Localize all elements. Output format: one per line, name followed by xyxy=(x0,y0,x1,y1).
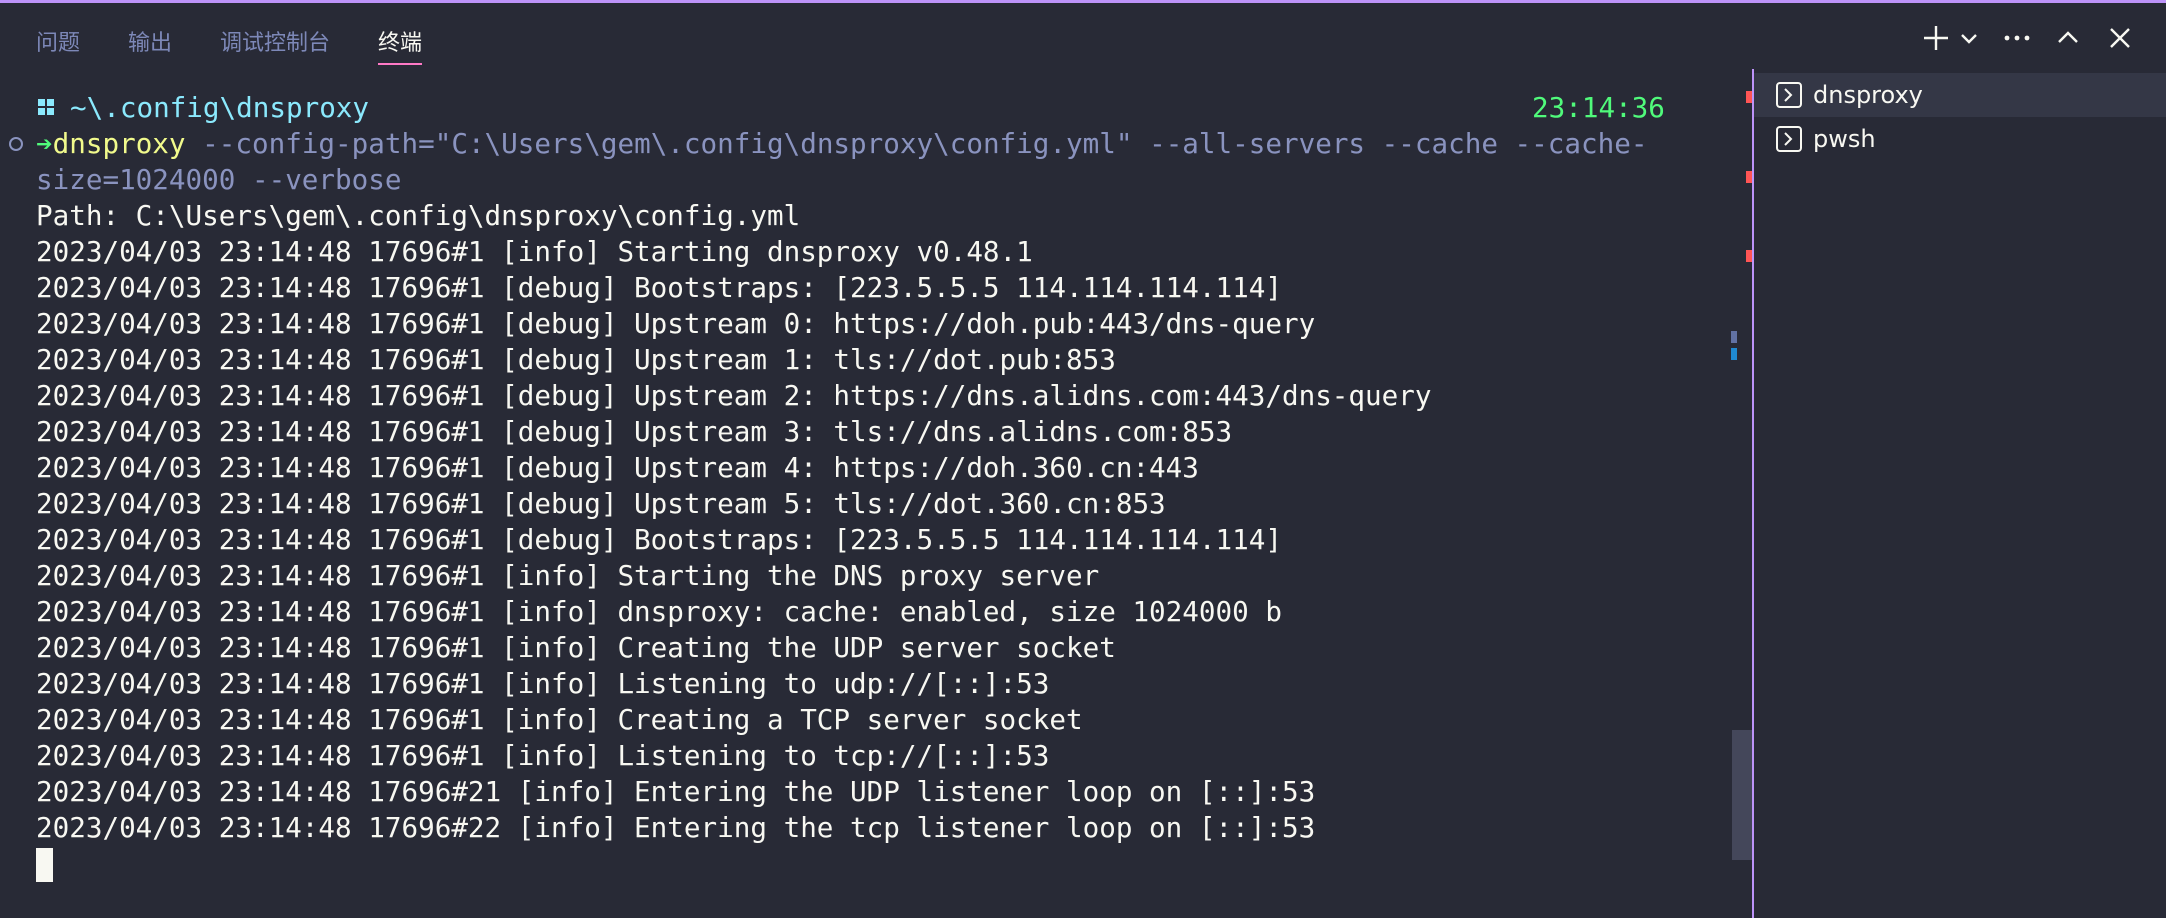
output-line: 2023/04/03 23:14:48 17696#1 [debug] Upst… xyxy=(36,307,1316,340)
output-line: 2023/04/03 23:14:48 17696#1 [info] Start… xyxy=(36,559,1100,592)
plus-icon[interactable] xyxy=(1919,21,1953,55)
output-line: 2023/04/03 23:14:48 17696#1 [info] Liste… xyxy=(36,667,1050,700)
output-line: 2023/04/03 23:14:48 17696#22 [info] Ente… xyxy=(36,811,1316,844)
output-line: 2023/04/03 23:14:48 17696#21 [info] Ente… xyxy=(36,775,1316,808)
tab-problems[interactable]: 问题 xyxy=(36,25,80,57)
chevron-down-icon[interactable] xyxy=(1955,21,1983,55)
ruler-mark-selection xyxy=(1731,348,1737,360)
command-args: --config-path="C:\Users\gem\.config\dnsp… xyxy=(185,127,1648,160)
terminal-tab-label: dnsproxy xyxy=(1813,81,1923,109)
output-line: 2023/04/03 23:14:48 17696#1 [debug] Upst… xyxy=(36,415,1233,448)
terminal-tab-label: pwsh xyxy=(1813,125,1876,153)
output-line: 2023/04/03 23:14:48 17696#1 [debug] Upst… xyxy=(36,343,1116,376)
terminal-output[interactable]: ~\.config\dnsproxy 23:14:36 ➔dnsproxy --… xyxy=(0,69,1750,918)
output-line: 2023/04/03 23:14:48 17696#1 [info] Start… xyxy=(36,235,1033,268)
output-line: 2023/04/03 23:14:48 17696#1 [info] Liste… xyxy=(36,739,1050,772)
tab-output[interactable]: 输出 xyxy=(128,25,172,57)
output-line: 2023/04/03 23:14:48 17696#1 [info] Creat… xyxy=(36,703,1083,736)
terminal-tab-dnsproxy[interactable]: dnsproxy xyxy=(1754,73,2166,117)
scrollbar-thumb[interactable] xyxy=(1732,730,1752,860)
terminal-icon xyxy=(1776,82,1802,108)
more-icon[interactable] xyxy=(2000,21,2034,55)
command-line: ➔dnsproxy --config-path="C:\Users\gem\.c… xyxy=(36,126,1647,162)
command-name: dnsproxy xyxy=(52,127,186,160)
output-line: Path: C:\Users\gem\.config\dnsproxy\conf… xyxy=(36,199,801,232)
prompt-time: 23:14:36 xyxy=(1532,91,1665,124)
output-line: 2023/04/03 23:14:48 17696#1 [info] dnspr… xyxy=(36,595,1282,628)
output-line: 2023/04/03 23:14:48 17696#1 [debug] Boot… xyxy=(36,271,1282,304)
terminal-tabs-list: dnsproxy pwsh xyxy=(1754,69,2166,918)
ruler-mark xyxy=(1731,331,1737,343)
chevron-up-icon[interactable] xyxy=(2051,21,2085,55)
output-line: 2023/04/03 23:14:48 17696#1 [debug] Boot… xyxy=(36,523,1282,556)
terminal-tab-pwsh[interactable]: pwsh xyxy=(1754,117,2166,161)
prompt-directory: ~\.config\dnsproxy xyxy=(70,91,370,124)
active-tab-indicator xyxy=(378,63,423,65)
output-line: 2023/04/03 23:14:48 17696#1 [info] Creat… xyxy=(36,631,1116,664)
close-icon[interactable] xyxy=(2103,21,2137,55)
command-decoration-icon[interactable] xyxy=(9,137,23,151)
prompt-arrow-icon: ➔ xyxy=(36,127,53,160)
terminal-icon xyxy=(1776,126,1802,152)
panel-tab-bar: 问题 输出 调试控制台 终端 xyxy=(0,3,2166,69)
terminal-scrollbar[interactable] xyxy=(1730,69,1752,918)
terminal-panel: 问题 输出 调试控制台 终端 ~\.config\dnsproxy 23:14:… xyxy=(0,0,2166,918)
tab-terminal[interactable]: 终端 xyxy=(378,25,423,65)
tab-terminal-label: 终端 xyxy=(378,31,423,56)
command-args-continued: size=1024000 --verbose xyxy=(36,163,402,196)
output-line: 2023/04/03 23:14:48 17696#1 [debug] Upst… xyxy=(36,451,1199,484)
tab-debug-console[interactable]: 调试控制台 xyxy=(220,25,330,57)
output-line: 2023/04/03 23:14:48 17696#1 [debug] Upst… xyxy=(36,487,1166,520)
terminal-cursor xyxy=(36,848,53,882)
output-line: 2023/04/03 23:14:48 17696#1 [debug] Upst… xyxy=(36,379,1432,412)
windows-icon xyxy=(38,99,54,115)
